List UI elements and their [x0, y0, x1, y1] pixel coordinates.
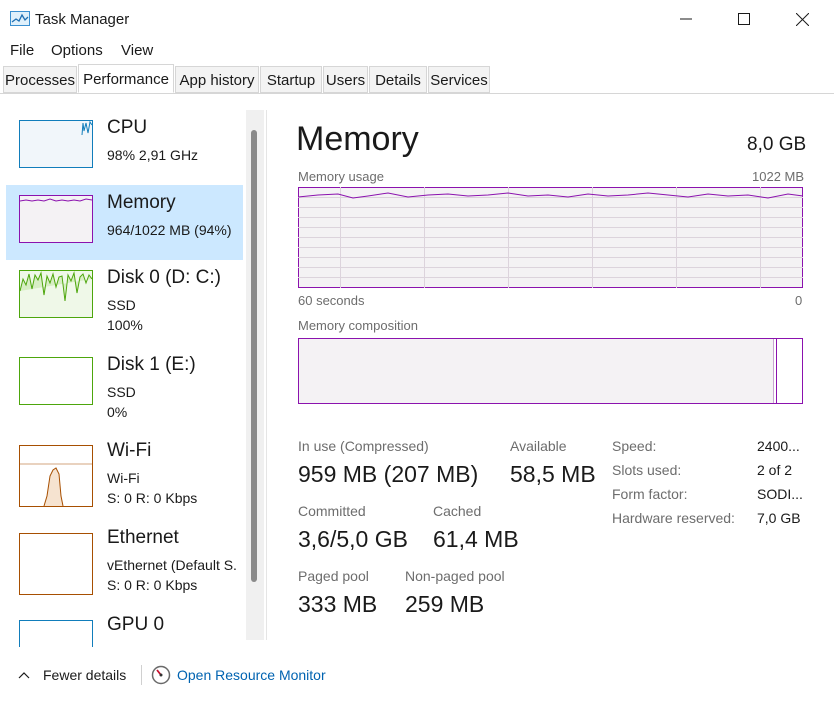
available-label: Available [510, 438, 567, 454]
sidebar-divider [266, 110, 267, 640]
in-use-label: In use (Compressed) [298, 438, 429, 454]
spec-form-factor-key: Form factor: [612, 486, 688, 502]
spec-form-factor-value: SODI... [757, 486, 803, 502]
sidebar-item-ethernet[interactable]: Ethernet vEthernet (Default S. S: 0 R: 0… [6, 520, 243, 595]
memory-total: 8,0 GB [747, 134, 807, 155]
disk-0-thumbnail [19, 270, 93, 318]
sidebar-item-detail: 98% 2,91 GHz [107, 147, 199, 163]
tab-startup[interactable]: Startup [260, 66, 322, 93]
page-title: Memory [296, 120, 419, 158]
memory-usage-label: Memory usage [298, 169, 384, 184]
sidebar-item-title: Disk 1 (E:) [107, 354, 196, 375]
sidebar-item-cpu[interactable]: CPU 98% 2,91 GHz [6, 110, 243, 185]
task-manager-icon [10, 11, 30, 26]
sidebar-item-title: Memory [107, 192, 176, 213]
sidebar-item-detail: Wi-Fi [107, 470, 140, 486]
sidebar-item-detail: 100% [107, 317, 143, 333]
ethernet-thumbnail [19, 533, 93, 595]
memory-thumbnail [19, 195, 93, 243]
sidebar-item-title: Ethernet [107, 527, 179, 548]
committed-value: 3,6/5,0 GB [298, 526, 408, 552]
paged-pool-value: 333 MB [298, 591, 378, 617]
sidebar-item-gpu-0[interactable]: GPU 0 [6, 607, 243, 647]
title-bar: Task Manager [0, 0, 834, 38]
sidebar-item-detail: SSD [107, 384, 136, 400]
sidebar-item-wifi[interactable]: Wi-Fi Wi-Fi S: 0 R: 0 Kbps [6, 433, 243, 508]
resource-monitor-icon [151, 665, 171, 685]
disk-1-thumbnail [19, 357, 93, 405]
spec-slots-key: Slots used: [612, 462, 682, 478]
fewer-details-label: Fewer details [43, 667, 127, 683]
committed-label: Committed [298, 503, 366, 519]
time-end-label: 0 [795, 293, 803, 308]
sidebar-item-title: Disk 0 (D: C:) [107, 267, 221, 288]
maximize-button[interactable] [715, 0, 773, 38]
tab-users[interactable]: Users [323, 66, 368, 93]
paged-pool-label: Paged pool [298, 568, 369, 584]
open-resource-monitor-link[interactable]: Open Resource Monitor [150, 664, 340, 686]
memory-composition-label: Memory composition [298, 318, 418, 333]
spec-speed-value: 2400... [757, 438, 800, 454]
menu-file[interactable]: File [10, 42, 34, 59]
sidebar-item-title: CPU [107, 117, 148, 138]
non-paged-pool-value: 259 MB [405, 591, 485, 617]
spec-hardware-reserved-value: 7,0 GB [757, 510, 801, 526]
spec-slots-value: 2 of 2 [757, 462, 793, 478]
footer-divider [141, 665, 142, 685]
tab-app-history[interactable]: App history [175, 66, 259, 93]
open-resource-monitor-label: Open Resource Monitor [177, 667, 326, 683]
sidebar-item-detail: S: 0 R: 0 Kbps [107, 577, 198, 593]
in-use-value: 959 MB (207 MB) [298, 461, 479, 487]
wifi-thumbnail [19, 445, 93, 507]
memory-usage-graph [298, 187, 803, 288]
sidebar-item-disk-0[interactable]: Disk 0 (D: C:) SSD 100% [6, 260, 243, 335]
sidebar-item-detail: S: 0 R: 0 Kbps [107, 490, 198, 506]
chevron-up-icon [18, 672, 30, 679]
minimize-button[interactable] [657, 0, 715, 38]
tab-details[interactable]: Details [369, 66, 427, 93]
sidebar-scrollbar-thumb[interactable] [251, 130, 257, 582]
sidebar-item-detail: vEthernet (Default S. [107, 557, 237, 573]
sidebar-item-title: GPU 0 [107, 614, 165, 635]
sidebar-item-detail: 964/1022 MB (94%) [107, 222, 232, 238]
menu-options[interactable]: Options [51, 42, 103, 59]
sidebar-item-memory[interactable]: Memory 964/1022 MB (94%) [6, 185, 243, 260]
time-span-label: 60 seconds [298, 293, 365, 308]
memory-composition-bar [298, 338, 803, 404]
window-title: Task Manager [35, 11, 130, 28]
tab-performance[interactable]: Performance [78, 64, 174, 93]
maximize-icon [738, 13, 750, 25]
memory-usage-max: 1022 MB [752, 169, 805, 184]
spec-speed-key: Speed: [612, 438, 657, 454]
sidebar-item-detail: 0% [107, 404, 128, 420]
tab-processes[interactable]: Processes [3, 66, 77, 93]
available-value: 58,5 MB [510, 461, 596, 487]
non-paged-pool-label: Non-paged pool [405, 568, 505, 584]
tab-services[interactable]: Services [428, 66, 490, 93]
gpu-thumbnail [19, 620, 93, 647]
cached-label: Cached [433, 503, 482, 519]
menu-view[interactable]: View [121, 42, 153, 59]
cached-value: 61,4 MB [433, 526, 519, 552]
sidebar-item-disk-1[interactable]: Disk 1 (E:) SSD 0% [6, 347, 243, 422]
cpu-thumbnail [19, 120, 93, 168]
close-icon [795, 12, 809, 26]
spec-hardware-reserved-key: Hardware reserved: [612, 510, 735, 526]
sidebar-item-title: Wi-Fi [107, 440, 152, 461]
close-button[interactable] [773, 0, 831, 38]
sidebar-item-detail: SSD [107, 297, 136, 313]
fewer-details-button[interactable]: Fewer details [14, 665, 134, 687]
minimize-icon [680, 18, 692, 20]
